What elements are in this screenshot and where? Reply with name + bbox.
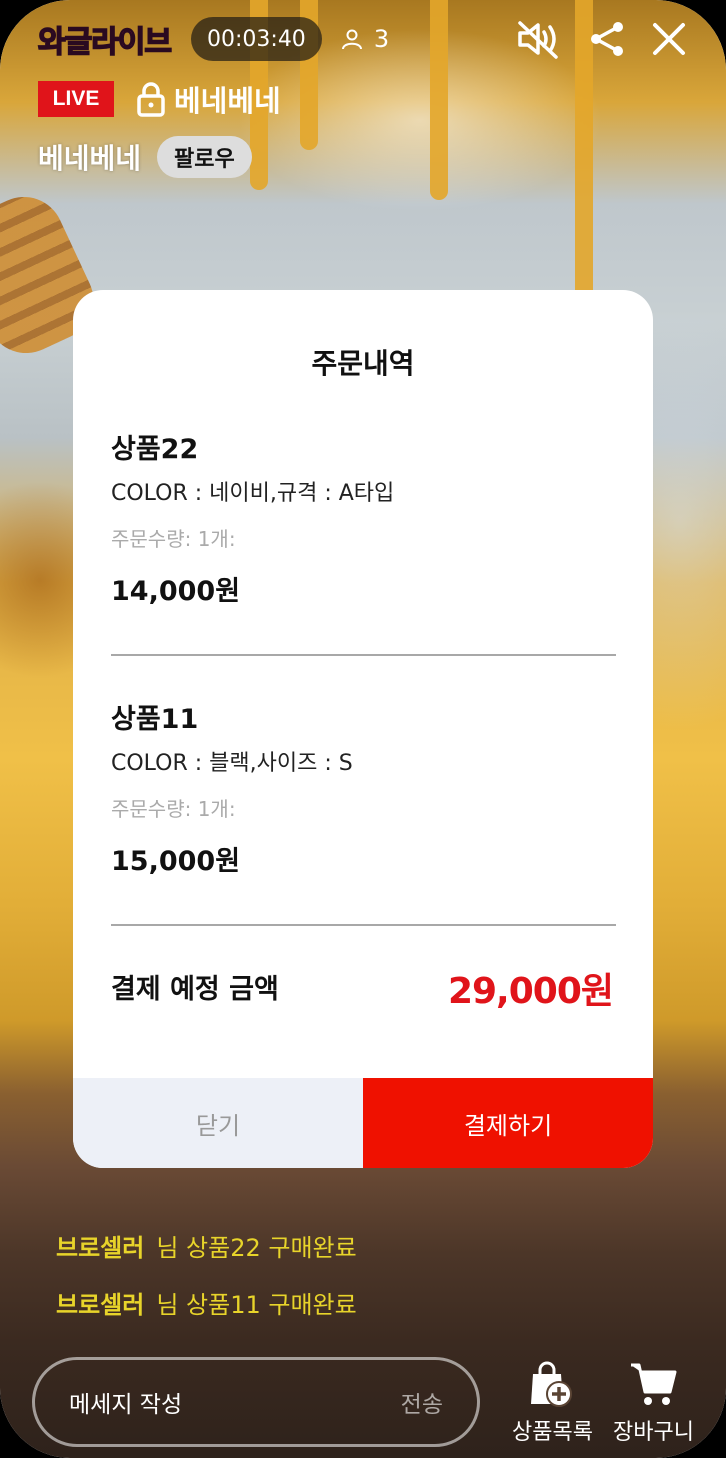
app-logo: 와글라이브	[37, 24, 173, 61]
room-name: 베네베네	[174, 84, 281, 118]
chat-nickname: 브로셀러	[56, 1291, 145, 1319]
item-quantity: 주문수량: 1개:	[111, 797, 236, 821]
item-name: 상품22	[111, 434, 199, 465]
seller-info: 베네베네 팔로우	[38, 136, 252, 178]
person-icon	[341, 29, 362, 50]
chat-message: 브로셀러 님 상품11 구매완료	[56, 1285, 357, 1320]
cart-label: 장바구니	[613, 1420, 694, 1445]
cart-button[interactable]: 장바구니	[613, 1360, 694, 1446]
message-input[interactable]: 메세지 작성 전송	[32, 1357, 480, 1447]
send-button[interactable]: 전송	[401, 1385, 443, 1419]
divider	[111, 924, 616, 926]
share-icon[interactable]	[588, 20, 626, 58]
order-item: 상품22 COLOR : 네이비,규격 : A타입 주문수량: 1개: 14,0…	[111, 427, 617, 607]
item-name: 상품11	[111, 704, 199, 735]
modal-title: 주문내역	[311, 347, 415, 380]
follow-button[interactable]: 팔로우	[157, 136, 252, 178]
message-placeholder: 메세지 작성	[69, 1392, 183, 1418]
live-timer: 00:03:40	[191, 17, 322, 61]
chat-text: 님 상품22 구매완료	[156, 1234, 357, 1262]
chat-message: 브로셀러 님 상품22 구매완료	[56, 1228, 357, 1263]
order-item: 상품11 COLOR : 블랙,사이즈 : S 주문수량: 1개: 15,000…	[111, 697, 617, 877]
shopping-bag-plus-icon	[531, 1361, 573, 1407]
live-info: LIVE 베네베네	[38, 78, 281, 120]
room-title: 베네베네	[136, 78, 281, 120]
seller-name: 베네베네	[38, 142, 142, 175]
item-options: COLOR : 네이비,규격 : A타입	[111, 481, 395, 506]
product-list-label: 상품목록	[512, 1420, 593, 1445]
divider	[111, 654, 616, 656]
item-price: 15,000원	[111, 846, 241, 877]
close-button[interactable]: 닫기	[73, 1078, 363, 1168]
item-options: COLOR : 블랙,사이즈 : S	[111, 751, 353, 776]
pay-button[interactable]: 결제하기	[363, 1078, 653, 1168]
chat-nickname: 브로셀러	[56, 1234, 145, 1262]
close-icon[interactable]	[652, 22, 686, 56]
lock-icon	[137, 82, 165, 117]
total-amount: 29,000원	[447, 971, 614, 1012]
item-price: 14,000원	[111, 576, 241, 607]
product-list-button[interactable]: 상품목록	[512, 1360, 593, 1446]
viewer-count: 3	[340, 25, 389, 53]
total-label: 결제 예정 금액	[111, 974, 279, 1005]
live-badge: LIVE	[38, 81, 114, 117]
cart-icon	[631, 1363, 677, 1405]
top-bar: 와글라이브 00:03:40 3	[37, 16, 686, 62]
live-stream-screen: 와글라이브 00:03:40 3 LIVE 베네베네 베네베네 팔로우 주문내역…	[0, 0, 726, 1458]
chat-text: 님 상품11 구매완료	[156, 1291, 357, 1319]
viewer-count-value: 3	[373, 25, 390, 53]
item-quantity: 주문수량: 1개:	[111, 527, 236, 551]
speaker-muted-icon[interactable]	[516, 19, 562, 59]
